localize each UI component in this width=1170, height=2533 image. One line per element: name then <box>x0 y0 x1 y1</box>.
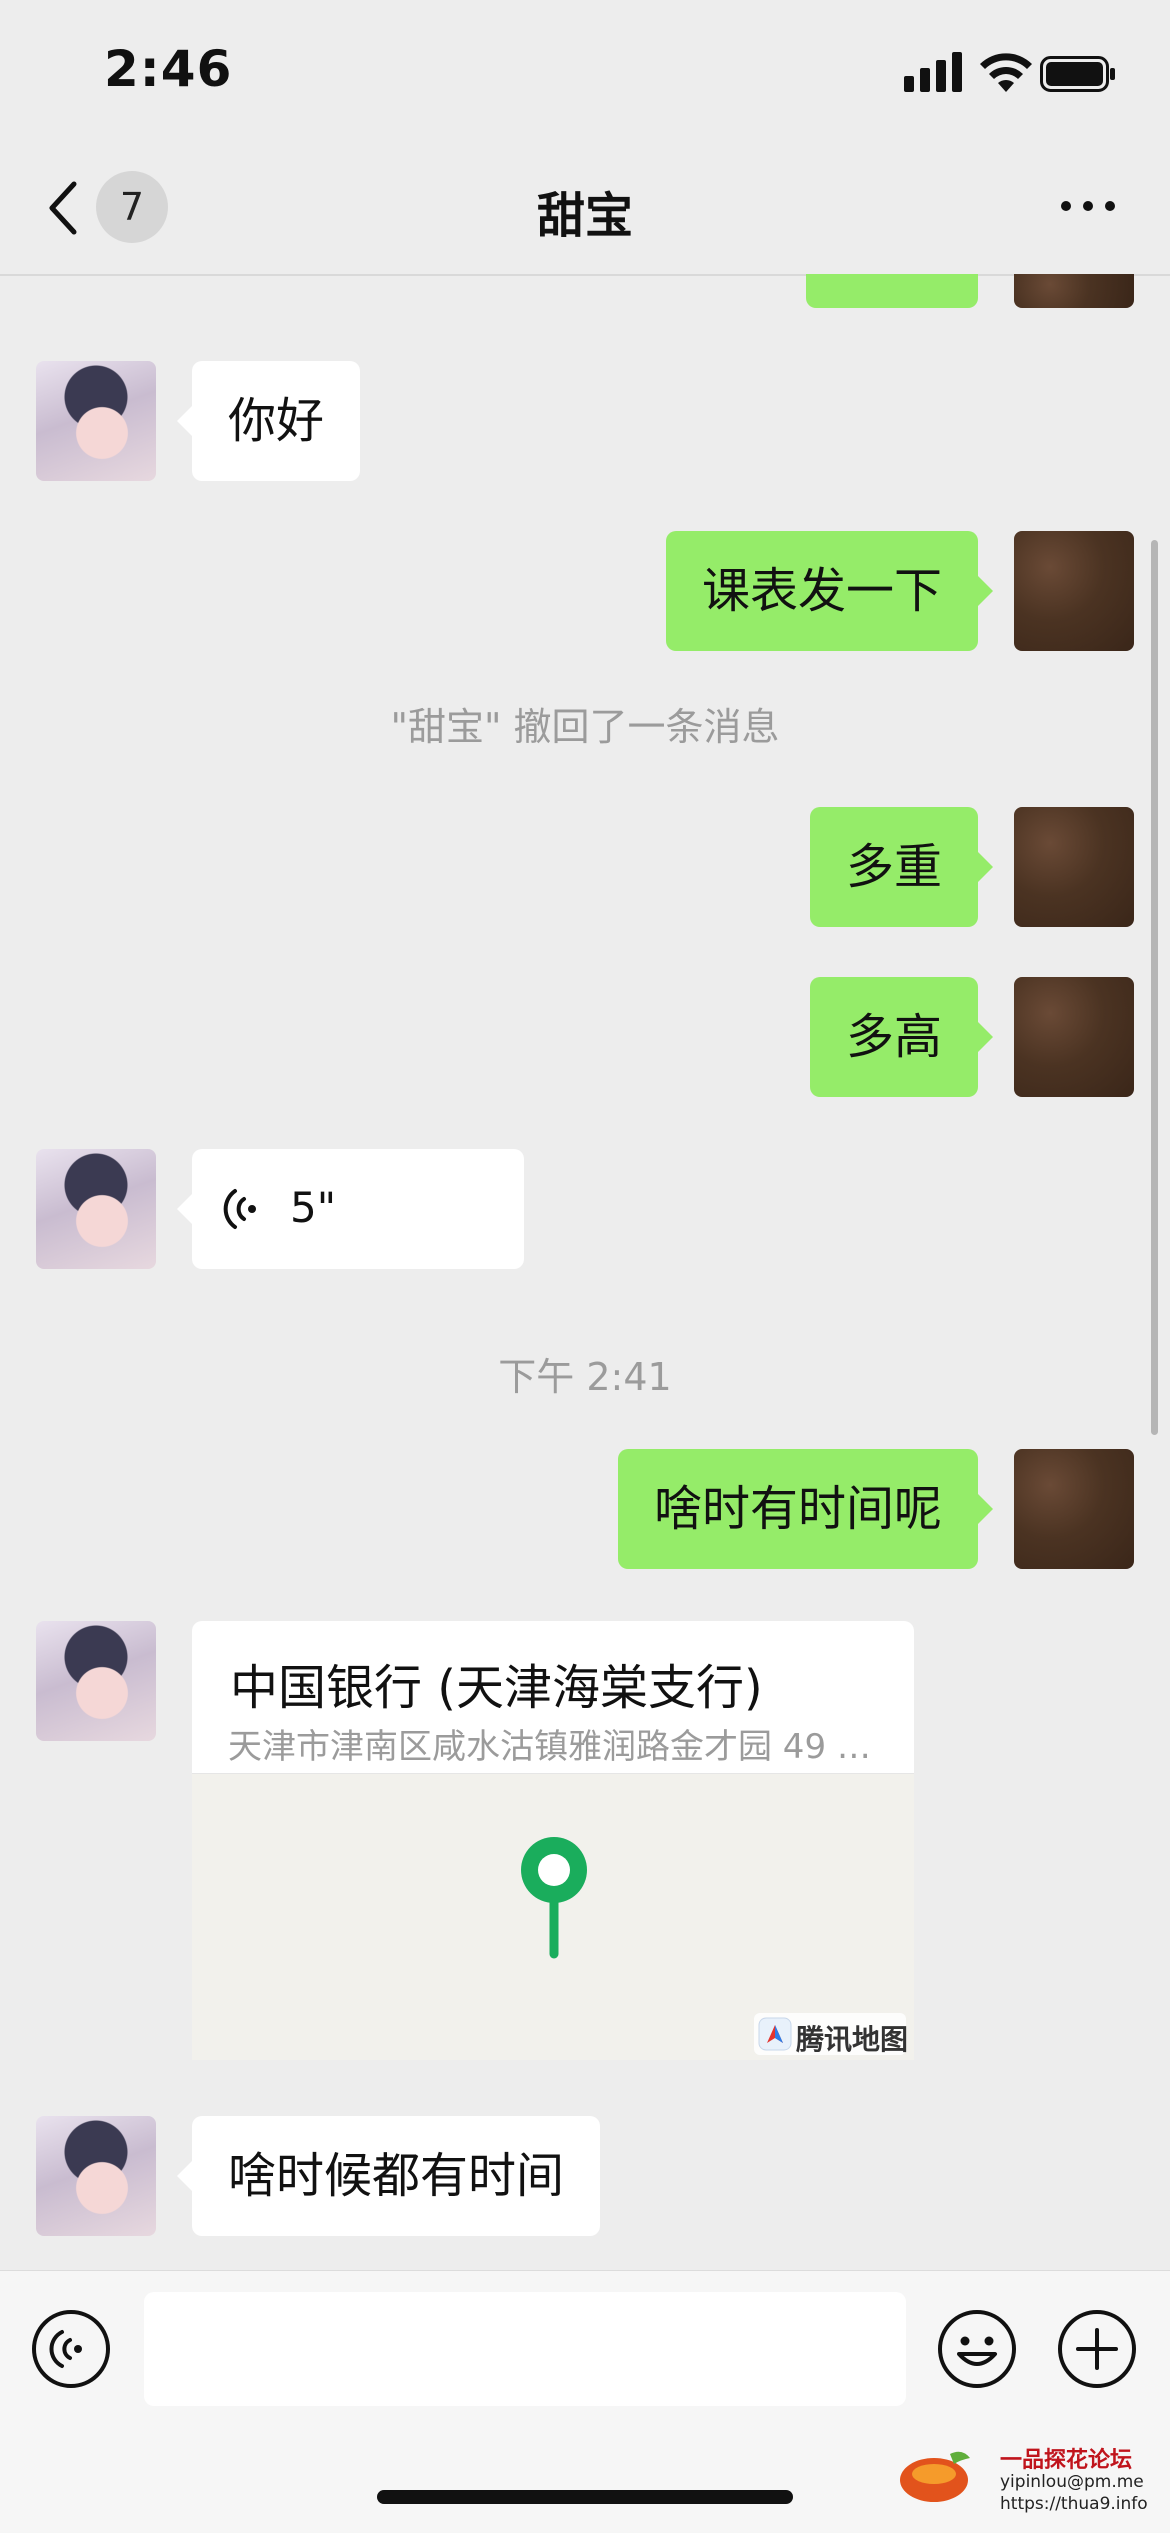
message-text: 你好 <box>228 393 325 449</box>
more-options-icon[interactable] <box>1058 196 1118 216</box>
sent-message-bubble[interactable]: 多高 <box>809 977 994 1097</box>
home-indicator[interactable] <box>377 2490 793 2504</box>
my-avatar[interactable] <box>1014 977 1134 1097</box>
timestamp: 下午 2:41 <box>498 1355 672 1399</box>
map-provider-label: 腾讯地图 <box>796 2023 909 2056</box>
emoji-icon[interactable] <box>936 2308 1018 2390</box>
my-avatar[interactable] <box>1014 274 1134 308</box>
wifi-icon <box>980 53 1032 92</box>
location-address: 天津市津南区咸水沽镇雅润路金才园 49 … <box>228 1727 871 1767</box>
chat-title: 甜宝 <box>536 188 633 244</box>
message-text: 多高 <box>845 1009 942 1065</box>
cellular-signal-icon <box>904 52 962 92</box>
sent-message-bubble[interactable]: 啥时有时间呢 <box>617 1449 994 1569</box>
tencent-maps-icon <box>758 2017 792 2051</box>
sent-message-bubble[interactable]: 课表发一下 <box>665 531 994 651</box>
map-pin-icon <box>521 1837 587 1959</box>
message-text: 啥时有时间呢 <box>653 1481 942 1537</box>
message-input[interactable] <box>144 2292 906 2406</box>
sent-message-bubble[interactable]: 多重 <box>809 807 994 927</box>
contact-avatar[interactable] <box>36 361 156 481</box>
contact-avatar[interactable] <box>36 1621 156 1741</box>
previous-message-bubble <box>806 274 978 308</box>
contact-avatar[interactable] <box>36 2116 156 2236</box>
my-avatar[interactable] <box>1014 807 1134 927</box>
received-message-bubble[interactable]: 你好 <box>176 361 361 481</box>
contact-avatar[interactable] <box>36 1149 156 1269</box>
status-time: 2:46 <box>104 40 233 98</box>
voice-input-toggle-icon[interactable] <box>30 2308 112 2390</box>
recall-notice: "甜宝" 撤回了一条消息 <box>390 705 780 749</box>
plus-icon[interactable] <box>1056 2308 1138 2390</box>
message-text: 啥时候都有时间 <box>228 2148 565 2204</box>
my-avatar[interactable] <box>1014 531 1134 651</box>
location-title: 中国银行 (天津海棠支行) <box>230 1660 763 1716</box>
watermark-url: https://thua9.info <box>1000 2494 1148 2514</box>
watermark-logo-icon <box>900 2451 970 2502</box>
watermark-email: yipinlou@pm.me <box>1000 2472 1144 2492</box>
chat-scrollbar[interactable] <box>1151 540 1158 1435</box>
message-text: 课表发一下 <box>701 563 942 619</box>
watermark-name: 一品探花论坛 <box>1000 2448 1133 2473</box>
voice-duration: 5" <box>290 1183 337 1232</box>
voice-wave-icon <box>223 1189 256 1229</box>
message-text: 多重 <box>845 839 942 895</box>
my-avatar[interactable] <box>1014 1449 1134 1569</box>
battery-icon <box>1040 56 1115 92</box>
received-message-bubble[interactable]: 啥时候都有时间 <box>176 2116 601 2236</box>
